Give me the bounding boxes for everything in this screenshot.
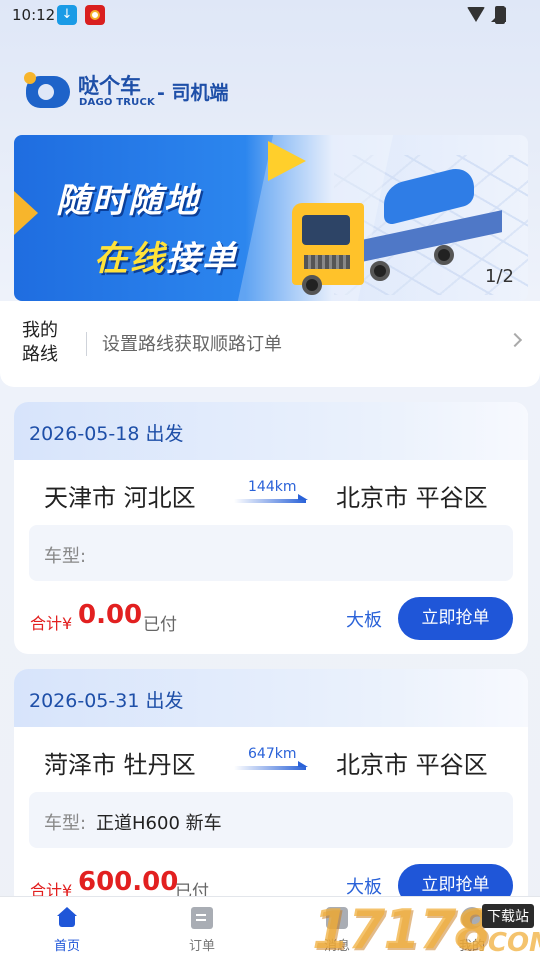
nav-label: 订单	[188, 939, 215, 954]
destination-city: 北京市 平谷区	[336, 484, 488, 512]
car-carrier-truck-illustration	[284, 163, 514, 295]
status-bar: 10:12 ↓	[0, 0, 540, 32]
chevron-right-icon	[507, 332, 523, 348]
route-arrow-icon	[234, 494, 308, 503]
distance-label: 144km	[248, 479, 297, 495]
download-notification-icon: ↓	[57, 5, 77, 25]
banner-headline: 随时随地	[56, 181, 200, 221]
order-icon	[191, 907, 213, 929]
watermark: 17178 下载站 .COM	[312, 898, 540, 960]
route-hint: 设置路线获取顺路订单	[102, 334, 282, 355]
total-amount: 0.00	[78, 600, 143, 630]
order-card[interactable]: 2026-05-18 出发 天津市 河北区 144km 北京市 平谷区 车型: …	[14, 402, 528, 654]
vehicle-label: 车型:	[44, 546, 87, 567]
banner-rest-text: 接单	[166, 239, 238, 279]
carousel-pager: 1/2	[485, 266, 514, 287]
vehicle-label: 车型:	[44, 813, 87, 834]
watermark-tag: 下载站	[482, 904, 534, 928]
total-amount: 600.00	[78, 867, 179, 897]
grab-order-button[interactable]: 立即抢单	[398, 597, 513, 640]
vehicle-type-tag: 大板	[346, 610, 382, 631]
logo-icon	[24, 72, 72, 108]
status-time: 10:12	[12, 6, 56, 24]
destination-city: 北京市 平谷区	[336, 751, 488, 779]
wifi-icon	[467, 7, 485, 22]
nav-label: 首页	[53, 939, 80, 954]
origin-city: 菏泽市 牡丹区	[44, 751, 196, 779]
left-triangle-icon	[14, 191, 38, 235]
vehicle-info-box: 车型: 正道H600 新车	[29, 792, 513, 848]
role-label: - 司机端	[157, 82, 229, 104]
origin-city: 天津市 河北区	[44, 484, 196, 512]
watermark-number: 17178	[312, 898, 492, 960]
watermark-domain: .COM	[478, 928, 540, 958]
route-arrow-icon	[234, 761, 308, 770]
paid-status: 已付	[143, 615, 177, 635]
home-icon	[56, 907, 78, 929]
distance-label: 647km	[248, 746, 297, 762]
logo-subtitle: DAGO TRUCK	[79, 97, 155, 108]
vehicle-info-box: 车型:	[29, 525, 513, 581]
route-title: 我的路线	[22, 320, 58, 365]
banner-subheadline: 在线接单	[81, 229, 251, 282]
logo-title: 哒个车	[78, 74, 141, 98]
order-card[interactable]: 2026-05-31 出发 菏泽市 牡丹区 647km 北京市 平谷区 车型: …	[14, 669, 528, 909]
app-notification-icon	[85, 5, 105, 25]
banner-highlight-text: 在线	[94, 239, 166, 279]
my-route-card[interactable]: 我的路线 设置路线获取顺路订单	[0, 301, 540, 387]
nav-item-orders[interactable]: 订单	[162, 907, 242, 957]
order-date: 2026-05-18 出发	[29, 423, 184, 445]
nav-item-home[interactable]: 首页	[27, 907, 107, 957]
order-date: 2026-05-31 出发	[29, 690, 184, 712]
total-label: 合计¥	[30, 614, 73, 633]
vehicle-value: 正道H600 新车	[96, 813, 222, 834]
battery-icon	[495, 6, 505, 24]
divider	[86, 332, 87, 356]
promo-banner[interactable]: 随时随地 在线接单 1/2	[14, 135, 528, 301]
